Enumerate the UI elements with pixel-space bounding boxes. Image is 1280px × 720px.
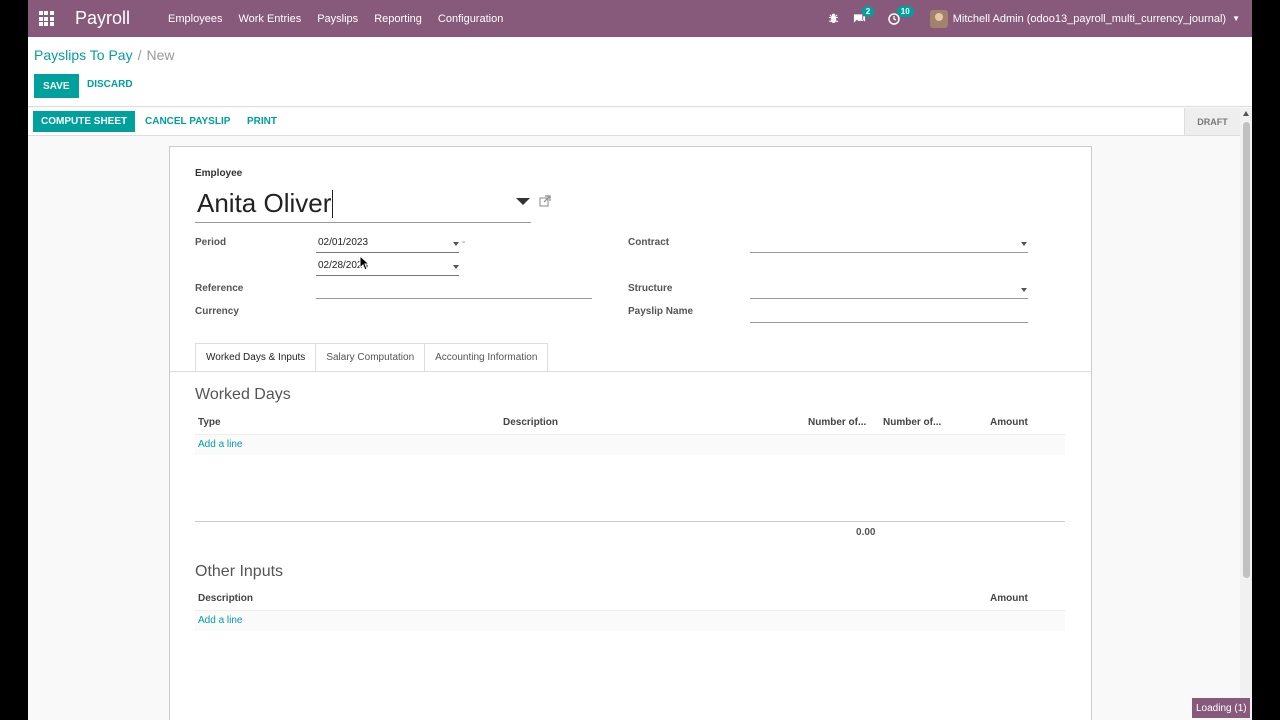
payslip-name-label: Payslip Name [628, 306, 694, 317]
activities-badge: 10 [896, 5, 914, 17]
control-panel: Payslips To Pay / New SAVE DISCARD [28, 37, 1252, 107]
structure-caret-icon[interactable] [1021, 288, 1027, 292]
column-number-of-days[interactable]: Number of... [808, 417, 866, 428]
chevron-down-icon: ▼ [1232, 14, 1240, 23]
structure-input[interactable] [750, 279, 1028, 299]
compute-sheet-button[interactable]: COMPUTE SHEET [33, 111, 136, 132]
menu-work-entries[interactable]: Work Entries [230, 13, 309, 25]
column-description[interactable]: Description [198, 593, 253, 604]
bug-icon[interactable] [828, 13, 839, 24]
period-label: Period [195, 237, 227, 248]
contract-label: Contract [628, 237, 670, 248]
employee-input[interactable]: Anita Oliver [195, 185, 531, 223]
column-amount[interactable]: Amount [990, 417, 1028, 428]
status-draft[interactable]: DRAFT [1184, 108, 1240, 135]
vertical-scrollbar[interactable] [1240, 108, 1252, 720]
messages-badge: 2 [861, 5, 875, 17]
worked-days-total: 0.00 [856, 527, 876, 538]
date-from-value: 02/01/2023 [318, 237, 369, 248]
top-navbar: Payroll Employees Work Entries Payslips … [28, 0, 1252, 37]
payslip-form-sheet: Employee Anita Oliver Period 02/01/2023 … [169, 146, 1092, 720]
period-separator: - [462, 237, 466, 248]
menu-configuration[interactable]: Configuration [430, 13, 511, 25]
breadcrumb-separator: / [137, 47, 142, 63]
user-name: Mitchell Admin (odoo13_payroll_multi_cur… [952, 12, 1227, 25]
menu-reporting[interactable]: Reporting [366, 13, 430, 25]
external-link-icon[interactable] [539, 195, 551, 210]
column-number-of-hours[interactable]: Number of... [883, 417, 941, 428]
notebook-tabs: Worked Days & Inputs Salary Computation … [195, 343, 549, 371]
payslip-name-input[interactable] [750, 303, 1028, 323]
breadcrumb-parent[interactable]: Payslips To Pay [34, 47, 133, 63]
column-amount[interactable]: Amount [990, 593, 1028, 604]
menu-employees[interactable]: Employees [160, 13, 230, 25]
other-inputs-table-header: Description Amount [195, 587, 1065, 611]
structure-label: Structure [628, 283, 673, 294]
date-to-caret-icon[interactable] [453, 265, 459, 269]
reference-label: Reference [195, 283, 244, 294]
worked-days-add-line-link[interactable]: Add a line [198, 439, 242, 450]
other-inputs-add-row [195, 611, 1065, 631]
worked-days-table-footer [195, 521, 1065, 522]
apps-menu-icon[interactable] [34, 7, 58, 31]
employee-dropdown-caret-icon[interactable] [516, 198, 530, 205]
reference-input[interactable] [316, 279, 592, 299]
form-statusbar: COMPUTE SHEET CANCEL PAYSLIP PRINT DRAFT [28, 108, 1240, 136]
contract-input[interactable] [750, 233, 1028, 253]
tab-divider [170, 371, 1091, 372]
discard-button[interactable]: DISCARD [87, 79, 133, 90]
contract-caret-icon[interactable] [1021, 242, 1027, 246]
tab-worked-days-inputs[interactable]: Worked Days & Inputs [195, 343, 317, 371]
mouse-pointer-icon [359, 254, 371, 274]
save-button[interactable]: SAVE [34, 74, 79, 98]
tab-salary-computation[interactable]: Salary Computation [315, 343, 426, 371]
other-inputs-title: Other Inputs [195, 563, 284, 580]
scroll-up-arrow-icon[interactable] [1243, 111, 1249, 116]
worked-days-add-row [195, 435, 1065, 455]
currency-label: Currency [195, 306, 239, 317]
scrollbar-thumb[interactable] [1243, 122, 1250, 578]
column-type[interactable]: Type [198, 417, 221, 428]
user-menu[interactable]: Mitchell Admin (odoo13_payroll_multi_cur… [929, 9, 1240, 28]
text-cursor [332, 189, 334, 218]
print-button[interactable]: PRINT [247, 116, 277, 127]
systray: 2 10 Mitchell Admin (odoo13_payroll_mult… [814, 5, 1252, 28]
app-brand[interactable]: Payroll [75, 8, 130, 29]
menu-payslips[interactable]: Payslips [309, 13, 366, 25]
messages-icon[interactable]: 2 [853, 5, 875, 25]
tab-accounting-information[interactable]: Accounting Information [424, 343, 549, 371]
worked-days-table-header: Type Description Number of... Number of.… [195, 411, 1065, 435]
main-menu: Employees Work Entries Payslips Reportin… [160, 13, 511, 25]
other-inputs-add-line-link[interactable]: Add a line [198, 615, 242, 626]
date-from-caret-icon[interactable] [453, 242, 459, 246]
date-from-input[interactable]: 02/01/2023 [316, 233, 459, 253]
cancel-payslip-button[interactable]: CANCEL PAYSLIP [145, 116, 230, 127]
worked-days-title: Worked Days [195, 386, 291, 403]
date-to-input[interactable]: 02/28/2023 [316, 256, 459, 276]
breadcrumb: Payslips To Pay / New [34, 47, 174, 63]
app-window: Payroll Employees Work Entries Payslips … [28, 0, 1252, 720]
breadcrumb-current: New [146, 47, 175, 63]
employee-value: Anita Oliver [197, 188, 332, 218]
activities-clock-icon[interactable]: 10 [888, 5, 914, 25]
user-avatar [929, 9, 948, 28]
loading-indicator: Loading (1) [1192, 698, 1250, 718]
column-description[interactable]: Description [503, 417, 558, 428]
employee-label: Employee [195, 168, 243, 179]
